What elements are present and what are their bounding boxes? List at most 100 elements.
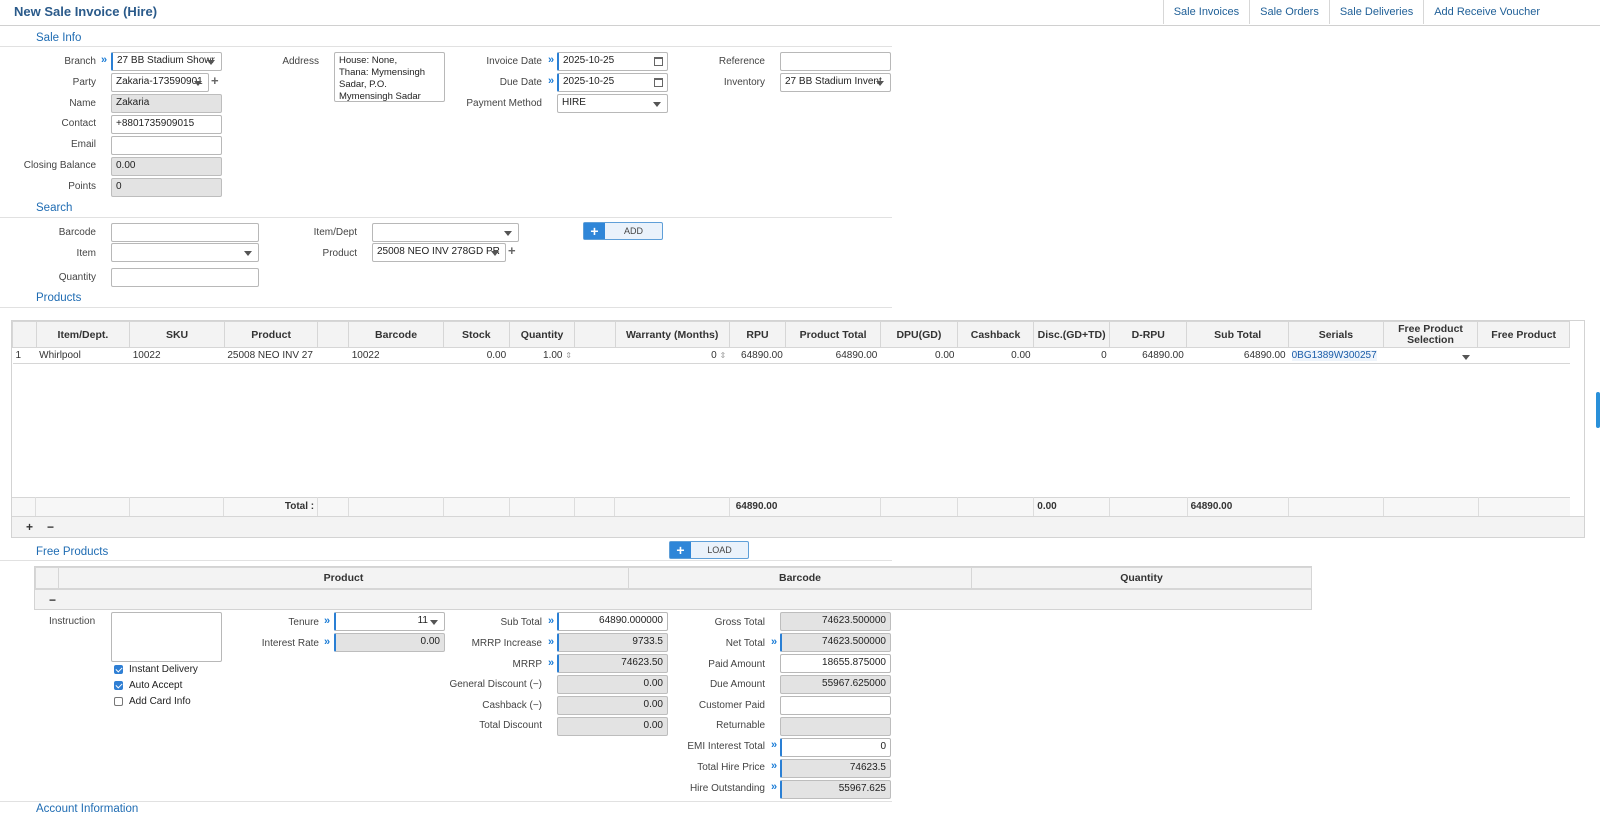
plus-icon: + [670, 542, 691, 558]
cell-free-product[interactable] [1478, 348, 1570, 364]
chevron-down-icon [653, 102, 661, 107]
cell-barcode[interactable]: 10022 [349, 348, 444, 364]
product-select[interactable]: 25008 NEO INV 278GD PR [372, 243, 506, 262]
col-product[interactable]: Product [223, 321, 319, 348]
cell-cashback[interactable]: 0.00 [958, 348, 1034, 364]
cell-sku[interactable]: 10022 [130, 348, 225, 364]
total-hire-price-field[interactable]: 74623.5 [780, 759, 891, 778]
double-chevron-icon: » [771, 636, 777, 648]
col-free-product[interactable]: Free Product [1477, 321, 1570, 348]
add-product-icon[interactable]: + [508, 243, 516, 258]
cell-item-dept[interactable]: Whirlpool [36, 348, 130, 364]
cell-disc[interactable]: 0 [1034, 348, 1110, 364]
hire-outstanding-label: Hire Outstanding [689, 783, 765, 794]
col-sub-total[interactable]: Sub Total [1186, 321, 1290, 348]
col-item-dept[interactable]: Item/Dept. [35, 321, 131, 348]
cell-free-product-selection[interactable] [1383, 348, 1478, 364]
col-dpu-gd[interactable]: DPU(GD) [879, 321, 959, 348]
col-free-quantity[interactable]: Quantity [971, 567, 1312, 589]
double-chevron-icon: » [548, 54, 554, 66]
col-warranty[interactable]: Warranty (Months) [614, 321, 730, 348]
cell-quantity[interactable]: 1.00 ⇕ [509, 348, 575, 364]
nav-sale-deliveries[interactable]: Sale Deliveries [1328, 0, 1423, 24]
inventory-label: Inventory [723, 77, 765, 88]
reference-field[interactable] [780, 52, 891, 71]
side-scroll-handle[interactable] [1596, 392, 1600, 428]
cell-d-rpu: 64890.00 [1142, 350, 1184, 361]
chevron-down-icon [491, 251, 499, 256]
load-button[interactable]: + LOAD [669, 541, 749, 559]
auto-accept-checkbox[interactable]: Auto Accept [114, 680, 182, 691]
cell-dpu-gd[interactable]: 0.00 [880, 348, 957, 364]
free-products-table: Product Barcode Quantity [35, 567, 1312, 589]
section-divider [0, 307, 892, 308]
section-title-free-products: Free Products [36, 546, 109, 558]
table-row[interactable]: 1 Whirlpool 10022 25008 NEO INV 27 10022… [12, 348, 1570, 364]
spinner-icon[interactable]: ⇕ [565, 351, 572, 360]
col-no [12, 321, 37, 348]
cell-serials[interactable]: 0BG1389W300257 [1289, 348, 1384, 364]
gross-total-label: Gross Total [714, 617, 765, 628]
closing-balance-label: Closing Balance [23, 160, 96, 171]
emi-interest-total-label: EMI Interest Total [687, 741, 765, 752]
col-free-product-selection[interactable]: Free Product Selection [1382, 321, 1479, 348]
customer-paid-field[interactable] [780, 696, 891, 715]
contact-field[interactable]: +8801735909015 [111, 115, 222, 134]
remove-row-button[interactable]: − [47, 520, 54, 534]
section-title-products: Products [36, 292, 82, 304]
col-disc[interactable]: Disc.(GD+TD) [1033, 321, 1111, 348]
checkbox-icon[interactable] [114, 664, 123, 674]
add-button[interactable]: + ADD [583, 222, 663, 240]
double-chevron-icon: » [548, 75, 554, 87]
cell-blank [318, 348, 349, 364]
nav-sale-invoices[interactable]: Sale Invoices [1162, 0, 1249, 24]
double-chevron-icon: » [101, 54, 107, 66]
plus-icon: + [584, 223, 605, 239]
col-free-product[interactable]: Product [58, 567, 629, 589]
item-dept-select[interactable] [372, 223, 519, 242]
chevron-down-icon [876, 81, 884, 86]
quantity-input[interactable] [111, 268, 259, 287]
col-cashback[interactable]: Cashback [956, 321, 1035, 348]
paid-amount-field[interactable]: 18655.875000 [780, 654, 891, 673]
col-rpu[interactable]: RPU [728, 321, 787, 348]
cell-stock: 0.00 [486, 350, 507, 361]
col-stock[interactable]: Stock [442, 321, 510, 348]
cell-warranty[interactable]: 0 ⇕ [615, 348, 729, 364]
spinner-icon[interactable]: ⇕ [720, 351, 727, 360]
net-total-field[interactable]: 74623.500000 [780, 633, 891, 652]
add-row-button[interactable]: + [26, 520, 33, 534]
checkbox-icon[interactable] [114, 680, 123, 690]
free-products-grid: Product Barcode Quantity − [34, 566, 1312, 610]
section-divider [0, 217, 892, 218]
total-product-total: 64890.00 [729, 497, 881, 516]
remove-free-row-button[interactable]: − [49, 593, 56, 607]
points-label: Points [68, 181, 96, 192]
col-free-barcode[interactable]: Barcode [628, 567, 972, 589]
section-divider [0, 801, 892, 802]
nav-add-receive-voucher[interactable]: Add Receive Voucher [1423, 0, 1600, 24]
col-sku[interactable]: SKU [129, 321, 225, 348]
col-product-total[interactable]: Product Total [785, 321, 881, 348]
emi-interest-total-field[interactable]: 0 [780, 738, 891, 757]
col-barcode[interactable]: Barcode [348, 321, 444, 348]
name-field[interactable]: Zakaria [111, 94, 222, 113]
party-select[interactable]: Zakaria-173590901 [111, 73, 209, 92]
add-card-info-checkbox[interactable]: Add Card Info [114, 696, 191, 707]
cell-rpu[interactable]: 64890.00 [729, 348, 786, 364]
checkbox-icon[interactable] [114, 696, 123, 706]
reference-label: Reference [718, 56, 765, 67]
col-quantity[interactable]: Quantity [508, 321, 576, 348]
inventory-select[interactable]: 27 BB Stadium Invent [780, 73, 891, 92]
cell-product[interactable]: 25008 NEO INV 27 [224, 348, 318, 364]
nav-sale-orders[interactable]: Sale Orders [1249, 0, 1329, 24]
due-amount-label: Due Amount [709, 679, 765, 690]
instant-delivery-checkbox[interactable]: Instant Delivery [114, 664, 198, 675]
hire-outstanding-field[interactable]: 55967.625 [780, 780, 891, 799]
col-serials[interactable]: Serials [1288, 321, 1384, 348]
email-field[interactable] [111, 136, 222, 155]
payment-method-select[interactable]: HIRE [557, 94, 668, 113]
section-divider [0, 46, 892, 47]
col-d-rpu[interactable]: D-RPU [1109, 321, 1188, 348]
add-party-icon[interactable]: + [211, 73, 219, 88]
